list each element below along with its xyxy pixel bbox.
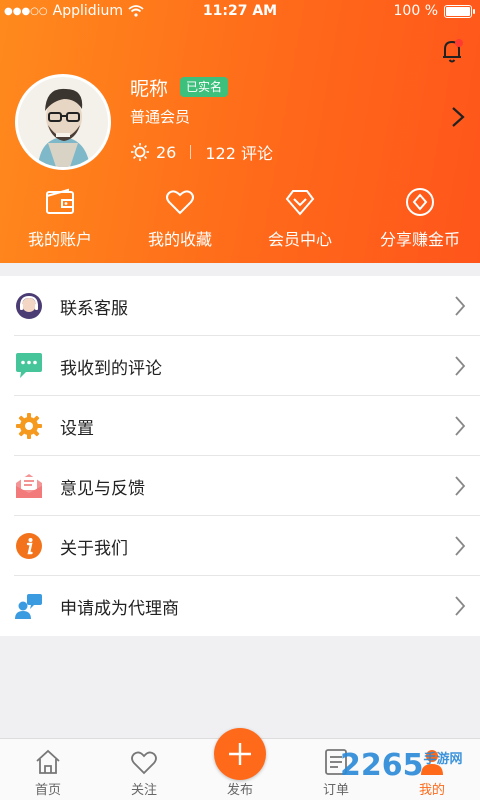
profile-stats: 26 122 评论 xyxy=(130,140,273,164)
avatar-illustration xyxy=(18,77,108,167)
profile-header: ●●●○○ Applidium 11:27 AM 100 % 昵称 已实名 普通… xyxy=(0,0,480,263)
coin-icon xyxy=(406,188,434,216)
tab-label: 关注 xyxy=(130,783,157,798)
tab-label: 订单 xyxy=(322,783,349,798)
menu-item-label: 申请成为代理商 xyxy=(60,598,179,619)
quick-item-share-earn[interactable]: 分享赚金币 xyxy=(360,186,480,256)
quick-item-member-center[interactable]: 会员中心 xyxy=(240,186,360,256)
heart-outline-icon xyxy=(131,751,157,775)
quick-item-label: 我的收藏 xyxy=(147,230,212,249)
menu-item-label: 设置 xyxy=(60,418,94,439)
home-icon xyxy=(36,749,60,774)
publish-button[interactable] xyxy=(214,728,266,780)
watermark-sub: 手游网 xyxy=(423,752,463,767)
quick-item-label: 分享赚金币 xyxy=(379,230,460,249)
avatar[interactable] xyxy=(15,74,111,170)
tab-label: 我的 xyxy=(418,783,445,798)
menu-item-customer-service[interactable]: 联系客服 xyxy=(0,276,480,336)
status-bar: ●●●○○ Applidium 11:27 AM 100 % xyxy=(0,0,480,24)
menu-item-about-us[interactable]: 关于我们 xyxy=(0,516,480,576)
chevron-right-icon xyxy=(455,416,466,436)
nickname: 昵称 xyxy=(130,78,169,100)
chevron-right-icon xyxy=(455,536,466,556)
gear-icon xyxy=(16,413,42,439)
quick-actions: 我的账户 我的收藏 会员中心 分享赚金币 xyxy=(0,186,480,256)
sun-count: 26 xyxy=(156,142,177,162)
tab-home[interactable]: 首页 xyxy=(0,739,96,800)
chevron-right-icon xyxy=(455,596,466,616)
comment-bubble-icon xyxy=(16,353,42,378)
settings-menu: 联系客服 我收到的评论 设置 意见与反馈 关于我们 申请成为代理商 xyxy=(0,276,480,636)
quick-item-label: 我的账户 xyxy=(27,230,92,249)
menu-item-label: 联系客服 xyxy=(60,298,128,319)
watermark-main: 2265 xyxy=(340,748,424,783)
tab-follow[interactable]: 关注 xyxy=(96,739,192,800)
membership-level: 普通会员 xyxy=(130,108,191,126)
agent-apply-icon xyxy=(15,594,42,619)
profile-arrow-icon[interactable] xyxy=(450,106,466,128)
battery-percent: 100 % xyxy=(393,3,438,19)
verified-badge: 已实名 xyxy=(180,77,229,97)
feedback-mail-icon xyxy=(16,474,42,498)
diamond-icon xyxy=(285,190,315,216)
menu-item-feedback[interactable]: 意见与反馈 xyxy=(0,456,480,516)
comment-count[interactable]: 122 评论 xyxy=(205,140,273,164)
chevron-right-icon xyxy=(455,296,466,316)
sun-icon xyxy=(131,143,149,161)
watermark-logo: 2265手游网 xyxy=(340,748,463,783)
menu-item-label: 关于我们 xyxy=(60,538,128,559)
chevron-right-icon xyxy=(455,356,466,376)
wallet-icon xyxy=(46,188,74,214)
tab-label: 发布 xyxy=(226,783,253,798)
menu-item-label: 意见与反馈 xyxy=(60,478,145,499)
quick-item-favorites[interactable]: 我的收藏 xyxy=(120,186,240,256)
stats-divider xyxy=(190,145,192,159)
battery-icon xyxy=(444,4,475,18)
menu-item-settings[interactable]: 设置 xyxy=(0,396,480,456)
menu-item-apply-agent[interactable]: 申请成为代理商 xyxy=(0,576,480,636)
bell-icon[interactable] xyxy=(440,38,464,64)
chevron-right-icon xyxy=(455,476,466,496)
menu-item-received-comments[interactable]: 我收到的评论 xyxy=(0,336,480,396)
plus-icon xyxy=(229,743,251,765)
menu-item-label: 我收到的评论 xyxy=(60,358,162,379)
tab-label: 首页 xyxy=(34,783,61,798)
customer-service-icon xyxy=(16,293,42,319)
quick-item-account[interactable]: 我的账户 xyxy=(0,186,120,256)
heart-icon xyxy=(166,190,194,215)
quick-item-label: 会员中心 xyxy=(267,230,332,249)
info-icon xyxy=(16,533,42,559)
